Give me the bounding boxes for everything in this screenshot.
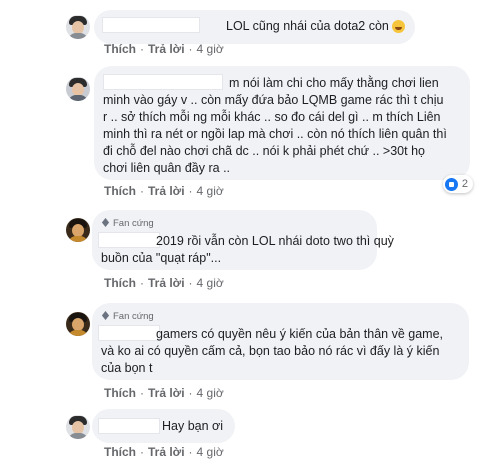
like-link[interactable]: Thích — [104, 445, 136, 459]
like-link[interactable]: Thích — [104, 184, 136, 198]
like-link[interactable]: Thích — [104, 386, 136, 400]
comment-actions: Thích · Trả lời · 4 giờ — [104, 386, 224, 400]
timestamp[interactable]: 4 giờ — [197, 42, 224, 56]
comment-bubble: Fan cứng gamers có quyền nêu ý kiến của … — [92, 303, 469, 380]
avatar[interactable] — [66, 77, 90, 101]
author-name-redacted[interactable] — [98, 418, 160, 434]
timestamp[interactable]: 4 giờ — [197, 445, 224, 459]
comment-actions: Thích · Trả lời · 4 giờ — [104, 276, 224, 290]
avatar[interactable] — [66, 218, 90, 242]
comment-text: 2019 rồi vẫn còn LOL nhái doto two thì q… — [101, 234, 394, 265]
reply-link[interactable]: Trả lời — [148, 42, 185, 56]
laughing-emoji — [392, 20, 405, 33]
comment-text: gamers có quyền nêu ý kiến của bản thân … — [101, 327, 443, 375]
comment-actions: Thích · Trả lời · 4 giờ — [104, 184, 224, 198]
comment-bubble: Hay bạn ơi — [92, 409, 235, 443]
timestamp[interactable]: 4 giờ — [197, 386, 224, 400]
timestamp[interactable]: 4 giờ — [197, 276, 224, 290]
avatar[interactable] — [66, 15, 90, 39]
comment-text: LOL cũng nhái của dota2 còn rỳ — [226, 19, 403, 33]
author-name-redacted[interactable] — [102, 17, 200, 33]
comment-bubble: Fan cứng 2019 rồi vẫn còn LOL nhái doto … — [92, 210, 394, 270]
avatar[interactable] — [66, 415, 90, 439]
fan-badge-icon — [101, 311, 110, 320]
comment-actions: Thích · Trả lời · 4 giờ — [104, 42, 224, 56]
comment-actions: Thích · Trả lời · 4 giờ — [104, 445, 224, 459]
comment-text: m nói làm chi cho mấy thằng chơi lien mi… — [103, 76, 447, 175]
comment-bubble: m nói làm chi cho mấy thằng chơi lien mi… — [94, 66, 470, 180]
reply-link[interactable]: Trả lời — [148, 386, 185, 400]
reaction-summary[interactable]: 2 — [442, 175, 473, 193]
reaction-count: 2 — [461, 178, 468, 190]
reply-link[interactable]: Trả lời — [148, 184, 185, 198]
reply-link[interactable]: Trả lời — [148, 276, 185, 290]
avatar[interactable] — [66, 312, 90, 336]
timestamp[interactable]: 4 giờ — [197, 184, 224, 198]
like-link[interactable]: Thích — [104, 276, 136, 290]
comment-bubble: LOL cũng nhái của dota2 còn rỳ — [94, 10, 415, 44]
like-link[interactable]: Thích — [104, 42, 136, 56]
fan-badge: Fan cứng — [101, 310, 154, 323]
like-reaction-icon — [444, 177, 458, 191]
comment-text: Hay bạn ơi — [162, 419, 224, 433]
fan-badge-icon — [101, 218, 110, 227]
fan-badge: Fan cứng — [101, 217, 154, 230]
reply-link[interactable]: Trả lời — [148, 445, 185, 459]
